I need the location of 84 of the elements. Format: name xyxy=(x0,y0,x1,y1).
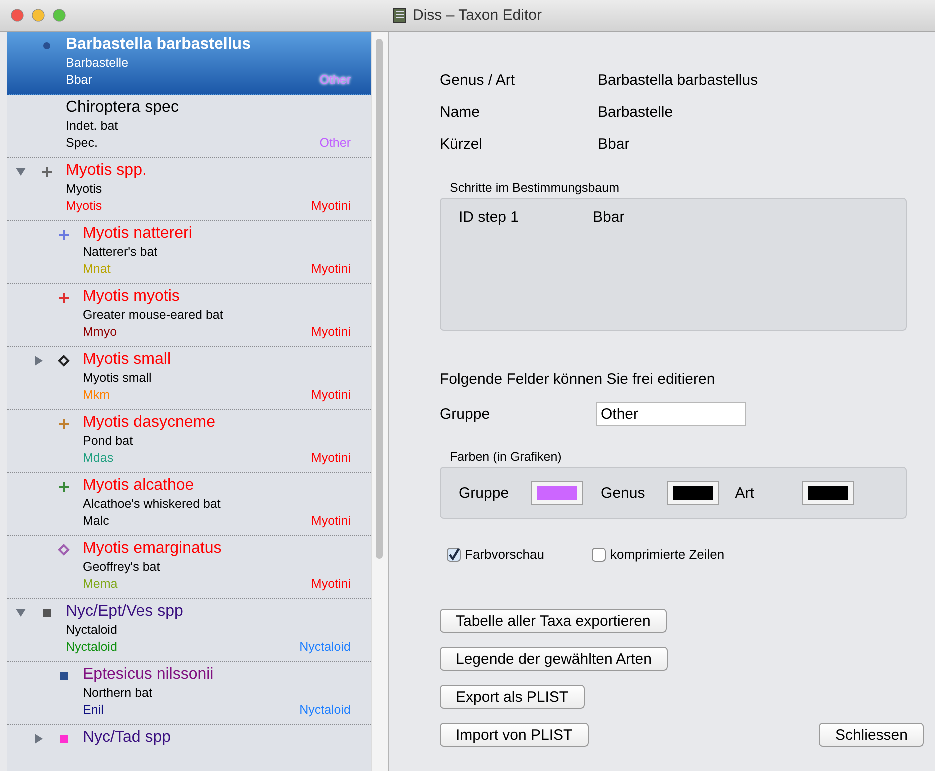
group-label: Myotini xyxy=(311,450,351,467)
checkbox[interactable] xyxy=(447,548,461,562)
action-button[interactable]: Import von PLIST xyxy=(440,723,589,747)
checkbox[interactable] xyxy=(592,548,606,562)
close-button[interactable] xyxy=(11,9,24,22)
taxon-name: Myotis small xyxy=(83,350,172,370)
common-name: Pond bat xyxy=(83,433,134,450)
common-name: Barbastelle xyxy=(66,55,130,72)
group-label: Myotini xyxy=(311,387,351,404)
common-name: Indet. bat xyxy=(66,118,120,135)
group-label: Other xyxy=(320,72,351,89)
taxon-code: Spec. xyxy=(66,135,98,152)
taxon-code: Bbar xyxy=(66,72,92,89)
step-label: ID step 1 xyxy=(459,209,520,226)
taxon-code: Mema xyxy=(83,576,118,593)
group-label: Myotini xyxy=(311,261,351,278)
disclosure-triangle-icon[interactable] xyxy=(16,608,26,618)
common-name: Greater mouse-eared bat xyxy=(83,307,224,324)
field-label: Kürzel xyxy=(440,136,484,153)
taxon-code: Nyctaloid xyxy=(66,639,118,656)
step-value: Bbar xyxy=(593,209,626,226)
taxon-name: Myotis emarginatus xyxy=(83,539,223,559)
taxon-code: Mnat xyxy=(83,261,111,278)
action-button[interactable]: Export als PLIST xyxy=(440,685,585,709)
group-box-title: Farben (in Grafiken) xyxy=(450,450,562,464)
group-label: Myotini xyxy=(311,198,351,215)
taxon-name: Myotis nattereri xyxy=(83,224,194,244)
taxon-name: Myotis dasycneme xyxy=(83,413,216,433)
taxon-code: Malc xyxy=(83,513,110,530)
checkbox-label: komprimierte Zeilen xyxy=(610,547,725,562)
taxon-name: Barbastella barbastellus xyxy=(66,35,252,55)
taxon-code: Mdas xyxy=(83,450,114,467)
action-button[interactable]: Schliessen xyxy=(819,723,924,747)
swatch-label: Genus xyxy=(601,484,646,502)
group-label: Myotini xyxy=(311,576,351,593)
swatch-label: Art xyxy=(735,484,754,502)
zoom-button[interactable] xyxy=(53,9,66,22)
field-value: Barbastelle xyxy=(598,104,674,121)
common-name: Myotis small xyxy=(83,370,153,387)
action-button[interactable]: Tabelle aller Taxa exportieren xyxy=(440,609,667,633)
group-box-title: Schritte im Bestimmungsbaum xyxy=(450,181,620,195)
taxon-name: Nyc/Ept/Ves spp xyxy=(66,602,184,622)
checkbox-label: Farbvorschau xyxy=(465,547,544,562)
group-label: Other xyxy=(320,135,351,152)
group-input-field[interactable]: Other xyxy=(596,402,746,426)
common-name: Natterer's bat xyxy=(83,244,159,261)
group-label: Nyctaloid xyxy=(300,702,351,719)
group-label: Nyctaloid xyxy=(300,639,351,656)
field-label: Gruppe xyxy=(440,406,492,422)
common-name: Geoffrey's bat xyxy=(83,559,162,576)
action-button[interactable]: Legende der gewählten Arten xyxy=(440,647,668,671)
color-well[interactable] xyxy=(802,481,854,505)
taxon-name: Nyc/Tad spp xyxy=(83,728,172,748)
taxon-code: Myotis xyxy=(66,198,102,215)
taxon-name: Myotis alcathoe xyxy=(83,476,196,496)
disclosure-triangle-icon[interactable] xyxy=(34,356,44,366)
scrollbar[interactable] xyxy=(371,32,388,771)
disclosure-triangle-icon[interactable] xyxy=(16,167,26,177)
taxon-row[interactable]: Barbastella barbastellus Barbastelle Bbar Other xyxy=(7,32,371,95)
disclosure-triangle-icon[interactable] xyxy=(34,734,44,744)
taxon-name: Myotis spp. xyxy=(66,161,148,181)
common-name: Alcathoe's whiskered bat xyxy=(83,496,222,513)
taxon-name: Chiroptera spec xyxy=(66,98,180,118)
minimize-button[interactable] xyxy=(32,9,45,22)
field-label: Name xyxy=(440,104,482,121)
color-well[interactable] xyxy=(531,481,584,505)
field-value: Bbar xyxy=(598,136,631,153)
field-label: Genus / Art xyxy=(440,72,516,89)
group-label: Myotini xyxy=(311,324,351,341)
taxon-code: Enil xyxy=(83,702,104,719)
taxon-code: Mmyo xyxy=(83,324,118,341)
document-icon xyxy=(393,8,408,24)
taxon-name: Myotis myotis xyxy=(83,287,181,307)
group-label: Myotini xyxy=(311,513,351,530)
taxon-code: Mkm xyxy=(83,387,110,404)
swatch-label: Gruppe xyxy=(459,484,510,502)
field-value: Barbastella barbastellus xyxy=(598,72,760,89)
common-name: Myotis xyxy=(66,181,104,198)
common-name: Northern bat xyxy=(83,685,154,702)
color-well[interactable] xyxy=(667,481,720,505)
common-name: Nyctaloid xyxy=(66,622,118,639)
taxon-name: Eptesicus nilssonii xyxy=(83,665,215,685)
edit-hint: Folgende Felder können Sie frei editieren xyxy=(440,371,716,388)
window-title: Diss – Taxon Editor xyxy=(413,7,542,24)
